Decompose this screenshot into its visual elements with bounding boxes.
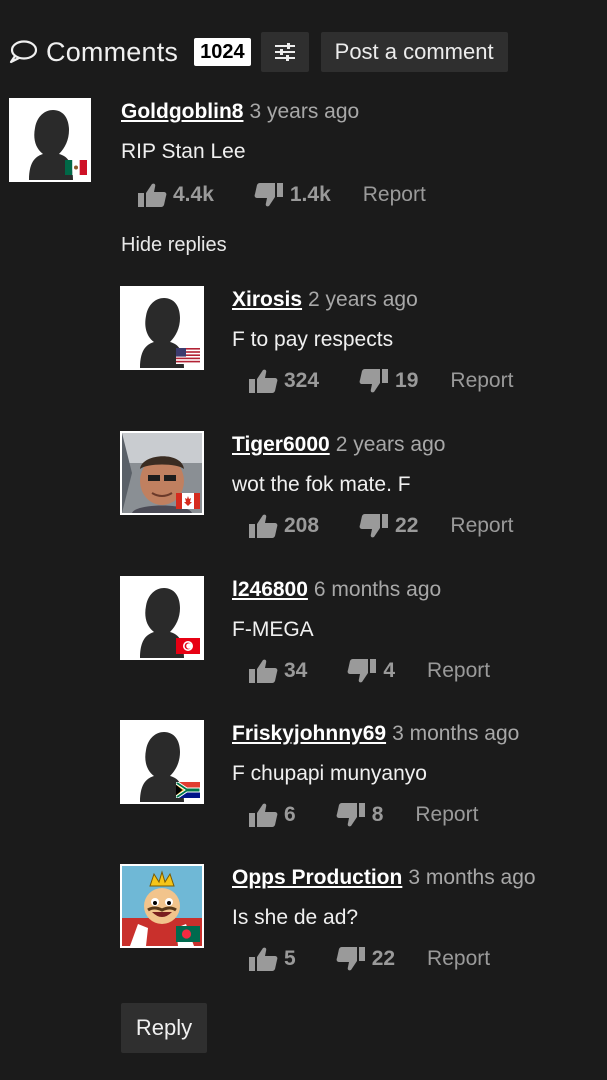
- dislike-count: 22: [371, 947, 396, 970]
- report-link[interactable]: Report: [427, 659, 490, 683]
- timestamp: 3 years ago: [249, 100, 360, 123]
- report-link[interactable]: Report: [415, 803, 478, 827]
- report-link[interactable]: Report: [450, 514, 513, 538]
- timestamp: 2 years ago: [308, 288, 418, 311]
- report-link[interactable]: Report: [363, 183, 426, 207]
- thumbs-up-icon: [249, 369, 278, 393]
- reply-comment: Opps Production 3 months ago Is she de ad…: [120, 864, 600, 984]
- post-comment-button[interactable]: Post a comment: [320, 32, 508, 72]
- report-link[interactable]: Report: [450, 369, 513, 393]
- username-link[interactable]: Xirosis: [232, 288, 302, 311]
- comment-actions: 4.4k 1.4k Report: [137, 182, 426, 208]
- username-link[interactable]: Friskyjohnny69: [232, 722, 386, 745]
- like-button[interactable]: 34: [248, 658, 307, 684]
- dislike-count: 4: [383, 659, 396, 682]
- username-link[interactable]: Opps Production: [232, 866, 402, 889]
- timestamp: 3 months ago: [408, 866, 536, 889]
- dislike-count: 8: [371, 803, 384, 826]
- username-link[interactable]: l246800: [232, 578, 308, 601]
- thumbs-down-icon: [336, 947, 365, 971]
- dislike-button[interactable]: 8: [336, 802, 384, 828]
- dislike-button[interactable]: 22: [359, 513, 418, 539]
- comment-meta: Xirosis 2 years ago: [232, 288, 418, 312]
- comment-actions: 5 22 Report: [248, 946, 490, 972]
- reply-button[interactable]: Reply: [121, 1003, 207, 1053]
- avatar[interactable]: [120, 286, 204, 370]
- reply-comment: Xirosis 2 years ago F to pay respects 324…: [120, 286, 600, 406]
- reply-comment: Friskyjohnny69 3 months ago F chupapi mun…: [120, 720, 600, 840]
- filter-button[interactable]: [260, 32, 309, 72]
- reply-comment: Tiger6000 2 years ago wot the fok mate. F…: [120, 431, 600, 551]
- like-count: 324: [284, 369, 320, 392]
- thumbs-up-icon: [249, 947, 278, 971]
- dislike-button[interactable]: 22: [336, 946, 395, 972]
- timestamp: 3 months ago: [392, 722, 520, 745]
- like-count: 34: [284, 659, 308, 682]
- thumbs-up-icon: [249, 514, 278, 538]
- comment-text: F chupapi munyanyo: [232, 762, 427, 785]
- comment-meta: Friskyjohnny69 3 months ago: [232, 722, 519, 746]
- dislike-count: 19: [395, 369, 419, 392]
- comment-meta: Goldgoblin8 3 years ago: [121, 100, 359, 124]
- comment: Goldgoblin8 3 years ago RIP Stan Lee 4.4k…: [9, 98, 599, 218]
- comment-text: F-MEGA: [232, 618, 314, 641]
- comment-count-badge: 1024: [194, 38, 251, 66]
- mexico-flag-icon: [65, 160, 87, 175]
- thumbs-down-icon: [359, 514, 389, 538]
- thumbs-up-icon: [138, 183, 167, 207]
- sliders-icon: [274, 43, 295, 61]
- avatar[interactable]: [120, 864, 204, 948]
- username-link[interactable]: Goldgoblin8: [121, 100, 243, 123]
- usa-flag-icon: [176, 348, 200, 364]
- like-button[interactable]: 4.4k: [137, 182, 214, 208]
- dislike-button[interactable]: 4: [347, 658, 395, 684]
- thumbs-up-icon: [249, 803, 278, 827]
- comments-header: Comments 1024 Post a comment: [8, 30, 508, 74]
- speech-bubble-icon: [9, 40, 38, 64]
- thumbs-down-icon: [347, 659, 377, 683]
- thumbs-down-icon: [254, 183, 283, 207]
- dislike-count: 22: [395, 514, 419, 537]
- comment-text: Is she de ad?: [232, 906, 359, 929]
- dislike-button[interactable]: 1.4k: [254, 182, 331, 208]
- tunisia-flag-icon: [176, 638, 200, 654]
- like-count: 4.4k: [173, 183, 214, 206]
- like-button[interactable]: 208: [248, 513, 319, 539]
- dislike-count: 1.4k: [289, 183, 331, 206]
- comment-meta: l246800 6 months ago: [232, 578, 441, 602]
- comment-text: F to pay respects: [232, 328, 394, 351]
- like-button[interactable]: 324: [248, 368, 319, 394]
- like-count: 208: [284, 514, 320, 537]
- report-link[interactable]: Report: [427, 947, 490, 971]
- like-button[interactable]: 5: [248, 946, 296, 972]
- timestamp: 2 years ago: [335, 433, 446, 456]
- like-count: 5: [284, 947, 296, 970]
- comment-text: wot the fok mate. F: [232, 473, 411, 496]
- comment-meta: Opps Production 3 months ago: [232, 866, 536, 890]
- hide-replies-link[interactable]: Hide replies: [121, 234, 227, 257]
- thumbs-down-icon: [336, 803, 365, 827]
- comment-text: RIP Stan Lee: [121, 140, 246, 163]
- reply-comment: l246800 6 months ago F-MEGA 34 4 Report: [120, 576, 600, 696]
- thumbs-down-icon: [359, 369, 389, 393]
- comment-actions: 208 22 Report: [248, 513, 513, 539]
- timestamp: 6 months ago: [313, 578, 442, 601]
- avatar[interactable]: [120, 576, 204, 660]
- username-link[interactable]: Tiger6000: [232, 433, 330, 456]
- comment-actions: 6 8 Report: [248, 802, 478, 828]
- comments-title: Comments: [46, 36, 179, 67]
- dislike-button[interactable]: 19: [359, 368, 418, 394]
- bangladesh-flag-icon: [176, 926, 200, 942]
- like-count: 6: [284, 803, 296, 826]
- canada-flag-icon: [176, 493, 200, 509]
- comment-meta: Tiger6000 2 years ago: [232, 433, 445, 457]
- like-button[interactable]: 6: [248, 802, 296, 828]
- avatar[interactable]: [9, 98, 91, 182]
- avatar[interactable]: [120, 431, 204, 515]
- comment-actions: 324 19 Report: [248, 368, 513, 394]
- avatar[interactable]: [120, 720, 204, 804]
- south-africa-flag-icon: [176, 782, 200, 798]
- comment-actions: 34 4 Report: [248, 658, 490, 684]
- thumbs-up-icon: [249, 659, 278, 683]
